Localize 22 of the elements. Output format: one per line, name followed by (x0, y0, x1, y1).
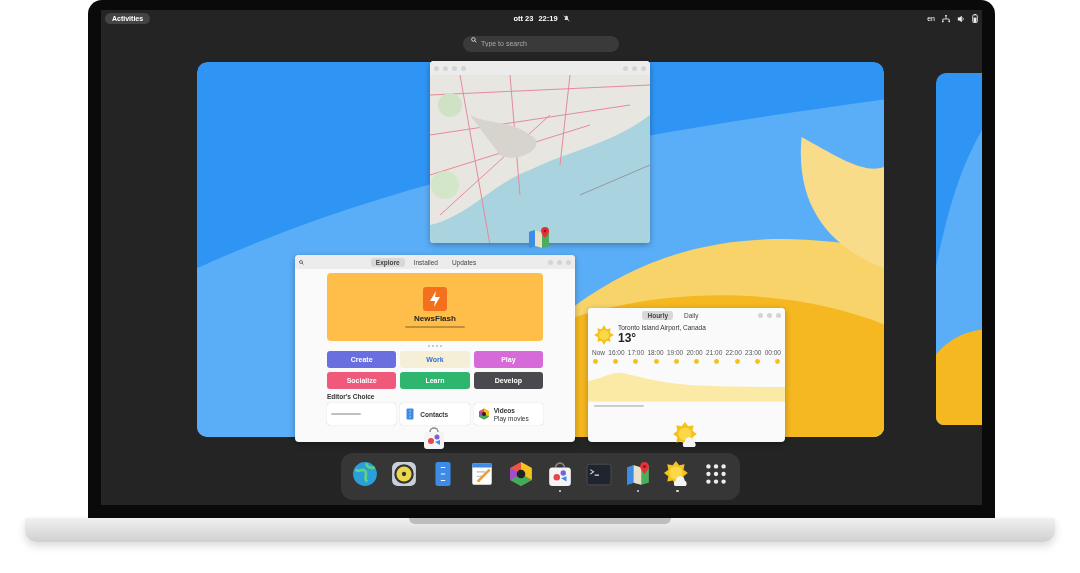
hexagon-icon[interactable] (507, 460, 534, 487)
app-card[interactable] (327, 403, 397, 425)
search-icon[interactable] (299, 259, 304, 265)
temperature: 13° (618, 331, 638, 345)
volume-icon[interactable] (957, 14, 965, 23)
banner-title: NewsFlash (414, 313, 456, 323)
text-line (405, 325, 465, 328)
speaker-icon[interactable] (390, 460, 417, 487)
bell-muted-icon (562, 15, 570, 22)
lightning-icon (423, 286, 447, 311)
featured-banner[interactable]: NewsFlash (327, 273, 543, 341)
file-cabinet-icon[interactable] (404, 408, 417, 420)
battery-icon[interactable] (972, 14, 978, 23)
hexagon-icon[interactable] (477, 408, 490, 420)
text-line (594, 405, 644, 407)
map-pin-icon[interactable] (625, 460, 652, 487)
sun-cloud-icon[interactable] (673, 422, 699, 448)
network-icon[interactable] (942, 14, 950, 23)
globe-icon[interactable] (351, 460, 378, 487)
search-icon (471, 37, 477, 43)
shopping-bag-icon[interactable] (422, 426, 446, 450)
shopping-bag-icon[interactable] (547, 460, 573, 487)
